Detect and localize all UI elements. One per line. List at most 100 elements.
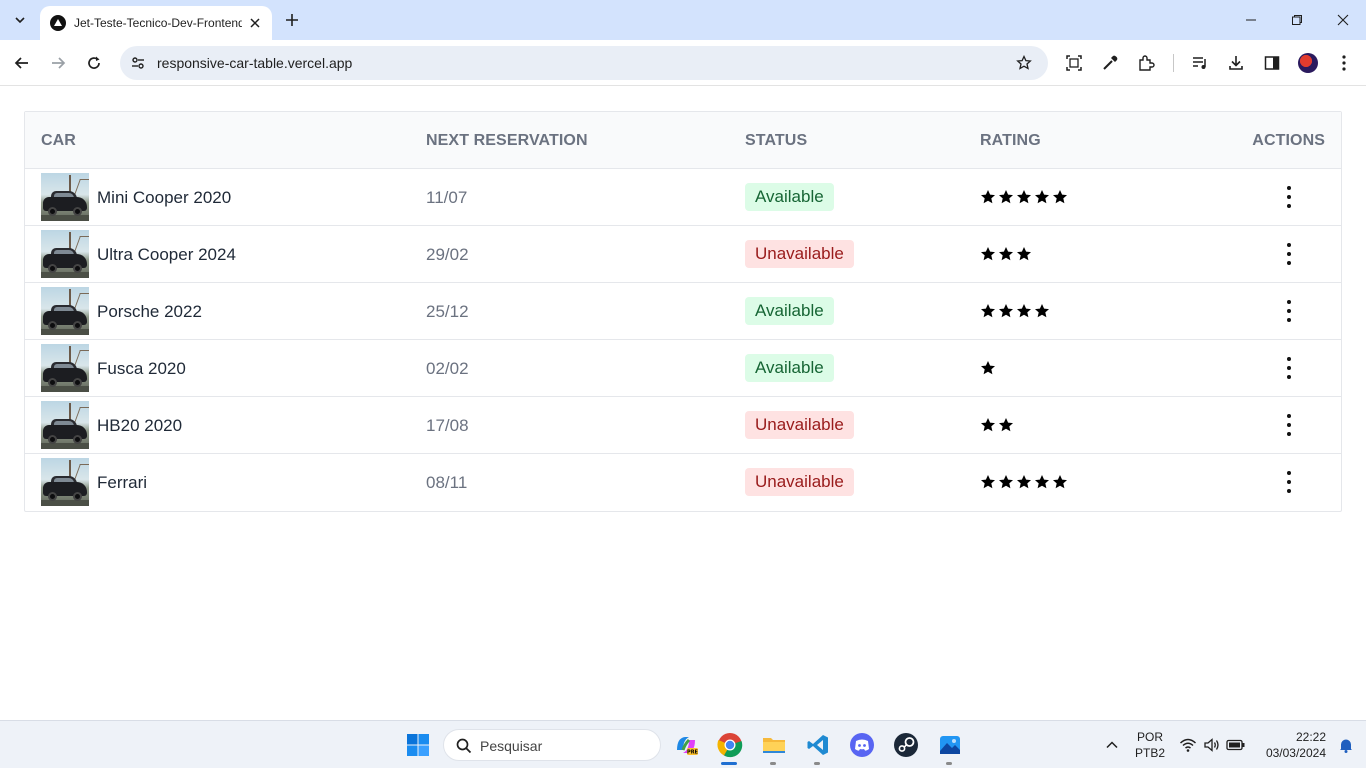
star-icon <box>981 475 995 489</box>
chrome-taskbar-icon[interactable] <box>716 731 744 759</box>
car-thumbnail <box>41 344 89 392</box>
star-icon <box>999 247 1013 261</box>
car-name: Porsche 2022 <box>97 302 202 321</box>
star-icon <box>999 475 1013 489</box>
search-icon <box>452 734 476 758</box>
language-indicator-bottom[interactable]: PTB2 <box>1132 746 1168 760</box>
chrome-menu-icon[interactable] <box>1332 51 1356 75</box>
taskbar-search[interactable]: Pesquisar <box>443 729 661 761</box>
rating-stars <box>980 189 1068 205</box>
header-actions: ACTIONS <box>1252 132 1325 149</box>
address-bar[interactable]: responsive-car-table.vercel.app <box>120 46 1048 80</box>
vscode-running-indicator <box>814 762 820 765</box>
close-tab-icon[interactable] <box>246 14 264 32</box>
table-header: CAR NEXT RESERVATION STATUS RATING ACTIO… <box>25 112 1341 169</box>
browser-tab[interactable]: Jet-Teste-Tecnico-Dev-Frontend <box>40 6 272 40</box>
next-reservation-date: 29/02 <box>426 245 469 264</box>
bookmark-star-icon[interactable] <box>1012 51 1036 75</box>
tab-search-icon[interactable] <box>8 8 32 32</box>
status-badge: Available <box>745 297 834 325</box>
status-badge: Unavailable <box>745 240 854 268</box>
taskbar-search-placeholder: Pesquisar <box>480 738 543 754</box>
row-actions-menu-icon[interactable] <box>1279 357 1299 379</box>
row-actions-menu-icon[interactable] <box>1279 243 1299 265</box>
row-actions-menu-icon[interactable] <box>1279 471 1299 493</box>
star-icon <box>981 418 995 432</box>
clock-time[interactable]: 22:22 <box>1258 730 1326 744</box>
table-body: Mini Cooper 2020 11/07 Available Ultra C… <box>25 169 1341 511</box>
media-playlist-icon[interactable] <box>1188 51 1212 75</box>
url-text[interactable]: responsive-car-table.vercel.app <box>157 55 352 71</box>
download-icon[interactable] <box>1224 51 1248 75</box>
eyedropper-icon[interactable] <box>1098 51 1122 75</box>
star-icon <box>999 190 1013 204</box>
star-icon <box>999 418 1013 432</box>
cars-table: CAR NEXT RESERVATION STATUS RATING ACTIO… <box>24 111 1342 512</box>
row-actions-menu-icon[interactable] <box>1279 300 1299 322</box>
rating-stars <box>980 417 1014 433</box>
reload-icon[interactable] <box>82 51 106 75</box>
battery-icon[interactable] <box>1222 731 1250 759</box>
discord-icon[interactable] <box>848 731 876 759</box>
table-row: HB20 2020 17/08 Unavailable <box>25 397 1341 454</box>
minimize-icon[interactable] <box>1228 0 1274 40</box>
forward-arrow-icon[interactable] <box>46 51 70 75</box>
star-icon <box>981 247 995 261</box>
car-name: Mini Cooper 2020 <box>97 188 232 207</box>
star-icon <box>981 190 995 204</box>
star-icon <box>1017 247 1031 261</box>
star-icon <box>1017 304 1031 318</box>
header-car: CAR <box>41 132 76 149</box>
rating-stars <box>980 360 996 376</box>
star-icon <box>1017 475 1031 489</box>
car-name: HB20 2020 <box>97 416 183 435</box>
table-row: Fusca 2020 02/02 Available <box>25 340 1341 397</box>
chrome-active-indicator <box>721 762 737 765</box>
new-tab-icon[interactable] <box>282 10 302 30</box>
file-explorer-icon[interactable] <box>760 731 788 759</box>
status-badge: Available <box>745 183 834 211</box>
photos-icon[interactable] <box>936 731 964 759</box>
side-panel-icon[interactable] <box>1260 51 1284 75</box>
language-indicator-top[interactable]: POR <box>1132 730 1168 744</box>
restore-icon[interactable] <box>1274 0 1320 40</box>
row-actions-menu-icon[interactable] <box>1279 414 1299 436</box>
status-badge: Unavailable <box>745 468 854 496</box>
site-settings-icon[interactable] <box>126 51 150 75</box>
rating-stars <box>980 246 1032 262</box>
svg-text:PRE: PRE <box>687 750 699 756</box>
screenshot-icon[interactable] <box>1062 51 1086 75</box>
rating-stars <box>980 303 1050 319</box>
car-thumbnail <box>41 458 89 506</box>
close-window-icon[interactable] <box>1320 0 1366 40</box>
star-icon <box>1053 190 1067 204</box>
table-row: Ferrari 08/11 Unavailable <box>25 454 1341 511</box>
show-hidden-icons-icon[interactable] <box>1098 731 1126 759</box>
vscode-icon[interactable] <box>804 731 832 759</box>
vercel-favicon-icon <box>50 15 66 31</box>
next-reservation-date: 11/07 <box>426 188 468 207</box>
windows-taskbar: Pesquisar PRE POR PTB2 22:22 03/03/2024 <box>0 720 1366 768</box>
table-row: Mini Cooper 2020 11/07 Available <box>25 169 1341 226</box>
car-thumbnail <box>41 230 89 278</box>
browser-toolbar: responsive-car-table.vercel.app <box>0 40 1366 86</box>
copilot-icon[interactable]: PRE <box>672 731 700 759</box>
star-icon <box>999 304 1013 318</box>
extensions-icon[interactable] <box>1134 51 1158 75</box>
row-actions-menu-icon[interactable] <box>1279 186 1299 208</box>
notification-bell-icon[interactable] <box>1332 731 1360 759</box>
header-rating: RATING <box>980 132 1041 149</box>
windows-start-icon[interactable] <box>404 731 432 759</box>
rating-stars <box>980 474 1068 490</box>
profile-avatar[interactable] <box>1298 53 1318 73</box>
back-arrow-icon[interactable] <box>10 51 34 75</box>
car-thumbnail <box>41 287 89 335</box>
clock-date[interactable]: 03/03/2024 <box>1254 746 1326 760</box>
photos-running-indicator <box>946 762 952 765</box>
steam-icon[interactable] <box>892 731 920 759</box>
car-name: Ultra Cooper 2024 <box>97 245 236 264</box>
status-badge: Unavailable <box>745 411 854 439</box>
star-icon <box>981 361 995 375</box>
car-thumbnail <box>41 173 89 221</box>
next-reservation-date: 17/08 <box>426 416 469 435</box>
